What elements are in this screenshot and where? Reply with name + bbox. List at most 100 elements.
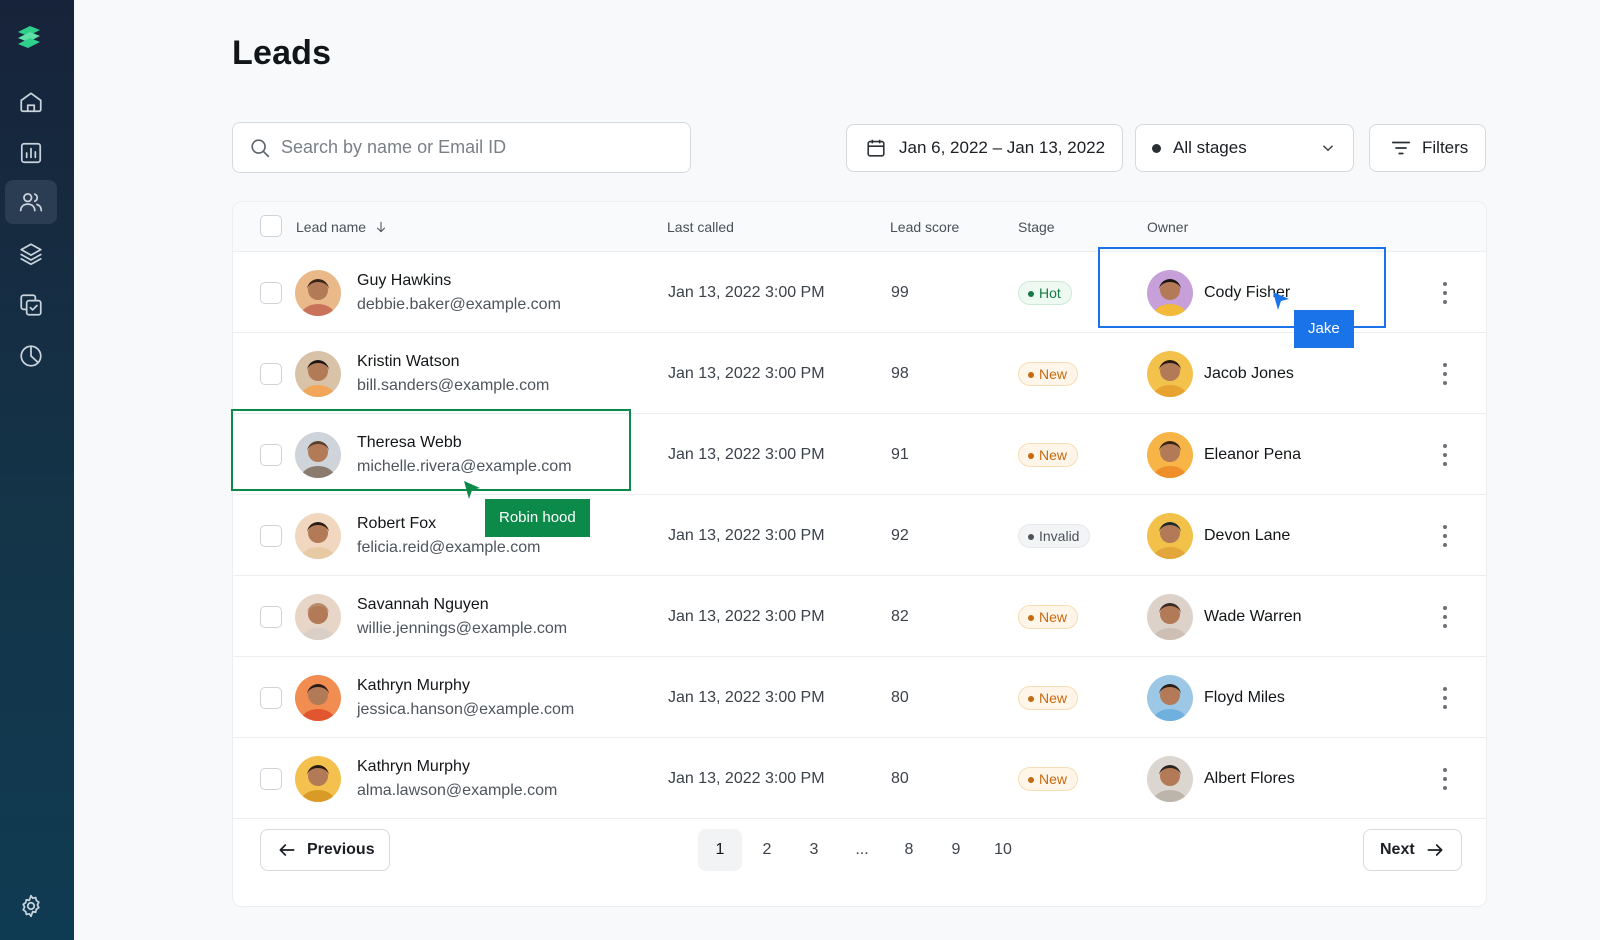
lead-avatar	[295, 675, 341, 721]
lead-name[interactable]: Robert Fox	[357, 515, 436, 533]
row-more-icon[interactable]	[1442, 282, 1448, 304]
row-checkbox[interactable]	[260, 282, 282, 304]
select-all-checkbox[interactable]	[260, 215, 282, 237]
lead-email: alma.lawson@example.com	[357, 782, 558, 799]
sidebar-item-leads[interactable]	[5, 180, 57, 224]
row-checkbox[interactable]	[260, 363, 282, 385]
lead-score: 98	[891, 365, 909, 382]
page-number[interactable]: 3	[792, 829, 836, 871]
row-more-icon[interactable]	[1442, 525, 1448, 547]
next-button-label: Next	[1380, 841, 1415, 858]
search-box[interactable]	[232, 122, 691, 173]
home-icon	[20, 92, 42, 113]
collaborator-cursor-jake-icon	[1273, 292, 1289, 310]
lead-name[interactable]: Savannah Nguyen	[357, 596, 489, 614]
lead-score: 92	[891, 527, 909, 544]
column-header-lead-name[interactable]: Lead name	[296, 219, 388, 235]
row-checkbox[interactable]	[260, 606, 282, 628]
lead-name[interactable]: Kathryn Murphy	[357, 677, 470, 695]
page-number[interactable]: 9	[934, 829, 978, 871]
row-more-icon[interactable]	[1442, 768, 1448, 790]
lead-email: willie.jennings@example.com	[357, 620, 568, 637]
column-header-stage: Stage	[1018, 219, 1055, 235]
lead-avatar	[295, 513, 341, 559]
lead-avatar	[295, 351, 341, 397]
stage-badge: Invalid	[1018, 524, 1091, 548]
row-checkbox[interactable]	[260, 768, 282, 790]
sidebar-item-tasks[interactable]	[5, 283, 57, 327]
lead-name[interactable]: Kathryn Murphy	[357, 758, 470, 776]
previous-button-label: Previous	[307, 841, 375, 858]
row-checkbox[interactable]	[260, 687, 282, 709]
last-called: Jan 13, 2022 3:00 PM	[668, 689, 825, 706]
table-row[interactable]: Savannah Nguyen willie.jennings@example.c…	[233, 576, 1486, 657]
lead-avatar	[295, 270, 341, 316]
lead-name[interactable]: Guy Hawkins	[357, 272, 451, 290]
column-header-owner: Owner	[1147, 219, 1189, 235]
date-range-picker[interactable]: Jan 6, 2022 – Jan 13, 2022	[846, 124, 1123, 172]
stage-select-label: All stages	[1173, 138, 1247, 157]
gear-icon	[22, 894, 40, 918]
lead-avatar	[295, 756, 341, 802]
last-called: Jan 13, 2022 3:00 PM	[668, 527, 825, 544]
owner-name: Albert Flores	[1204, 770, 1295, 787]
row-more-icon[interactable]	[1442, 687, 1448, 709]
layers-icon	[20, 243, 42, 266]
row-checkbox[interactable]	[260, 525, 282, 547]
chevron-down-icon	[1322, 145, 1334, 152]
arrow-left-icon	[279, 844, 295, 856]
stage-dot-icon	[1152, 143, 1161, 153]
page-number[interactable]: 1	[698, 829, 742, 871]
table-row[interactable]: Kathryn Murphy alma.lawson@example.com Jan…	[233, 738, 1486, 819]
sidebar-item-layers[interactable]	[5, 232, 57, 276]
table-row[interactable]: Kathryn Murphy jessica.hanson@example.com…	[233, 657, 1486, 738]
next-page-button[interactable]: Next	[1363, 829, 1462, 871]
lead-score: 82	[891, 608, 909, 625]
lead-avatar	[295, 594, 341, 640]
owner-name: Eleanor Pena	[1204, 446, 1301, 463]
filter-lines-icon	[1391, 141, 1411, 155]
collaborator-label-robin: Robin hood	[485, 499, 590, 537]
page-number[interactable]: 10	[981, 829, 1025, 871]
arrow-right-icon	[1427, 844, 1443, 856]
lead-email: jessica.hanson@example.com	[357, 701, 575, 718]
lead-email: debbie.baker@example.com	[357, 296, 561, 313]
sidebar-item-analytics[interactable]	[5, 334, 57, 378]
last-called: Jan 13, 2022 3:00 PM	[668, 365, 825, 382]
table-header: Lead name Last called Lead score Stage O…	[233, 202, 1486, 252]
row-more-icon[interactable]	[1442, 363, 1448, 385]
leads-table: Lead name Last called Lead score Stage O…	[231, 201, 1487, 907]
filters-button-label: Filters	[1422, 138, 1469, 157]
owner-avatar	[1147, 594, 1193, 640]
stage-select[interactable]: All stages	[1135, 124, 1354, 172]
last-called: Jan 13, 2022 3:00 PM	[668, 770, 825, 787]
owner-avatar	[1147, 675, 1193, 721]
row-more-icon[interactable]	[1442, 606, 1448, 628]
page-number[interactable]: 8	[887, 829, 931, 871]
logo-icon	[18, 26, 40, 48]
sidebar-item-reports[interactable]	[5, 131, 57, 175]
page-number[interactable]: 2	[745, 829, 789, 871]
filters-button[interactable]: Filters	[1369, 124, 1486, 172]
lead-email: felicia.reid@example.com	[357, 539, 541, 556]
owner-avatar	[1147, 513, 1193, 559]
sidebar-item-home[interactable]	[5, 80, 57, 124]
lead-score: 99	[891, 284, 909, 301]
sidebar-item-settings[interactable]	[5, 884, 57, 928]
lead-score: 80	[891, 689, 909, 706]
stage-badge: Hot	[1018, 281, 1072, 305]
search-input[interactable]	[281, 123, 671, 171]
collaborator-label-jake: Jake	[1294, 310, 1354, 348]
previous-page-button[interactable]: Previous	[260, 829, 390, 871]
lead-name-header-label: Lead name	[296, 219, 367, 235]
row-more-icon[interactable]	[1442, 444, 1448, 466]
owner-name: Floyd Miles	[1204, 689, 1285, 706]
lead-name[interactable]: Kristin Watson	[357, 353, 460, 371]
owner-avatar	[1147, 351, 1193, 397]
lead-email: bill.sanders@example.com	[357, 377, 550, 394]
last-called: Jan 13, 2022 3:00 PM	[668, 446, 825, 463]
stage-badge: New	[1018, 767, 1079, 791]
table-row[interactable]: Robert Fox felicia.reid@example.com Jan 13…	[233, 495, 1486, 576]
arrow-down-icon	[377, 221, 386, 233]
collaborator-selection-robin	[231, 409, 631, 491]
